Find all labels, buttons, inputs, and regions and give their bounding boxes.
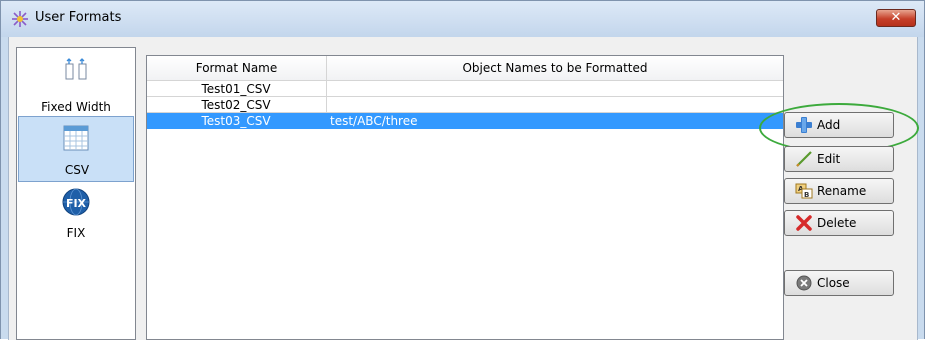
rename-button-label: Rename [817,184,867,198]
add-button[interactable]: Add [784,112,894,138]
format-type-fix[interactable]: FIX FIX [18,188,134,248]
title-bar[interactable]: User Formats ✕ [1,1,924,37]
table-header: Format Name Object Names to be Formatted [147,56,783,81]
pencil-icon [796,151,812,167]
fixed-width-icon [65,58,87,80]
format-type-list: Fixed Width CSV FIX FIX [16,47,136,340]
formats-table: Format Name Object Names to be Formatted… [146,55,784,340]
close-button-label: Close [817,276,850,290]
cell-format-name: Test01_CSV [201,82,271,96]
csv-grid-icon [63,125,89,151]
window-close-button[interactable]: ✕ [876,9,916,27]
svg-text:B: B [804,191,809,199]
user-formats-window: User Formats ✕ Fixed Width CSV FIX FIX F… [0,0,925,340]
fix-globe-icon: FIX [62,188,90,216]
format-type-label: Fixed Width [41,100,111,114]
red-x-icon [796,215,812,231]
delete-button[interactable]: Delete [784,210,894,236]
svg-text:FIX: FIX [66,197,87,210]
edit-button[interactable]: Edit [784,146,894,172]
close-button[interactable]: Close [784,270,894,296]
app-star-icon [12,11,28,27]
rename-icon: A B [795,183,813,199]
cell-object-names: test/ABC/three [330,114,418,128]
plus-icon [796,117,812,133]
format-type-label: FIX [66,226,86,240]
column-header-object-names[interactable]: Object Names to be Formatted [327,56,783,80]
window-title: User Formats [35,10,122,25]
cell-separator [326,81,327,97]
close-icon: ✕ [890,10,902,25]
cell-format-name: Test02_CSV [201,98,271,112]
cell-separator [326,97,327,113]
edit-button-label: Edit [817,152,841,166]
delete-button-label: Delete [817,216,857,230]
format-type-csv[interactable]: CSV [18,116,134,182]
table-row[interactable]: Test02_CSV [147,97,783,113]
close-circle-icon [796,275,812,291]
table-row-selected[interactable]: Test03_CSV test/ABC/three [147,113,783,129]
cell-format-name: Test03_CSV [201,114,271,128]
format-type-fixed-width[interactable]: Fixed Width [18,54,134,120]
rename-button[interactable]: A B Rename [784,178,894,204]
table-row[interactable]: Test01_CSV [147,81,783,97]
format-type-label: CSV [64,163,90,177]
dialog-content: Fixed Width CSV FIX FIX Format Name Obje… [8,37,919,340]
column-header-format-name[interactable]: Format Name [147,56,326,80]
add-button-label: Add [817,118,841,132]
